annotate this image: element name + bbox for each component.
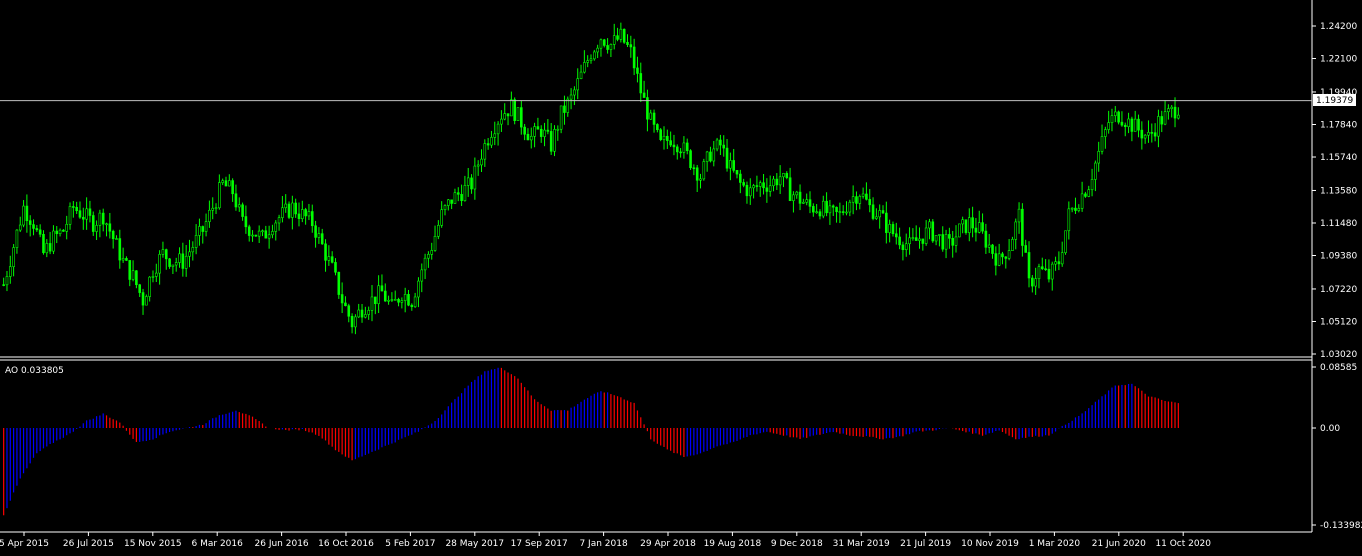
chart-canvas[interactable]: 1.19379 1.242001.221001.199401.178401.15… xyxy=(0,0,1362,552)
time-tick-label: 17 Sep 2017 xyxy=(511,539,568,549)
ao-tick-label: -0.133982 xyxy=(1320,521,1362,531)
ao-tick-label: 0.08585 xyxy=(1320,363,1357,373)
price-candle xyxy=(287,201,291,220)
price-candle xyxy=(553,125,556,157)
time-tick-label: 5 Apr 2015 xyxy=(0,539,49,549)
ao-indicator-label: AO 0.033805 xyxy=(5,366,64,376)
time-tick-label: 26 Jun 2016 xyxy=(255,539,309,549)
time-tick-label: 1 Mar 2020 xyxy=(1029,539,1081,549)
price-candle xyxy=(622,28,626,44)
price-tick-label: 1.22100 xyxy=(1320,55,1357,65)
price-candle xyxy=(559,105,563,134)
time-tick-label: 19 Aug 2018 xyxy=(704,539,762,549)
time-tick-label: 15 Nov 2015 xyxy=(124,539,182,549)
price-tick-label: 1.19940 xyxy=(1320,88,1357,98)
time-tick-label: 29 Apr 2018 xyxy=(640,539,696,549)
time-tick-label: 21 Jun 2020 xyxy=(1092,539,1146,549)
price-tick-label: 1.17840 xyxy=(1320,120,1357,130)
price-tick-label: 1.15740 xyxy=(1320,153,1357,163)
price-candle xyxy=(659,128,662,142)
price-candle xyxy=(1064,230,1067,255)
time-tick-label: 9 Dec 2018 xyxy=(771,539,823,549)
price-tick-label: 1.05120 xyxy=(1320,317,1357,327)
price-candle xyxy=(931,219,935,243)
time-tick-label: 31 Mar 2019 xyxy=(833,539,890,549)
time-tick-label: 26 Jul 2015 xyxy=(63,539,114,549)
price-candle xyxy=(1117,110,1120,125)
price-candle xyxy=(964,219,968,235)
price-tick-label: 1.09380 xyxy=(1320,252,1357,262)
time-tick-label: 6 Mar 2016 xyxy=(192,539,244,549)
price-tick-label: 1.13580 xyxy=(1320,186,1357,196)
chart-background xyxy=(0,0,1362,552)
price-tick-label: 1.11480 xyxy=(1320,219,1357,229)
price-tick-label: 1.03020 xyxy=(1320,350,1357,360)
price-candle xyxy=(513,97,516,125)
time-tick-label: 7 Jan 2018 xyxy=(579,539,627,549)
time-tick-label: 10 Nov 2019 xyxy=(961,539,1019,549)
price-candle xyxy=(689,149,692,170)
time-tick-label: 5 Feb 2017 xyxy=(385,539,435,549)
ao-tick-label: 0.00 xyxy=(1320,424,1340,434)
price-candle xyxy=(702,158,706,181)
price-candle xyxy=(958,223,961,238)
price-candle xyxy=(516,107,520,121)
price-tick-label: 1.07220 xyxy=(1320,285,1357,295)
price-tick-label: 1.24200 xyxy=(1320,22,1357,32)
time-tick-label: 28 May 2017 xyxy=(445,539,504,549)
trading-chart-window[interactable]: 1.19379 1.24200 1.22100 1.19940 1.17840 1.15… xyxy=(0,0,1362,552)
time-tick-label: 11 Oct 2020 xyxy=(1155,539,1211,549)
price-candle xyxy=(337,271,341,299)
time-tick-label: 16 Oct 2016 xyxy=(318,539,374,549)
time-tick-label: 21 Jul 2019 xyxy=(900,539,951,549)
